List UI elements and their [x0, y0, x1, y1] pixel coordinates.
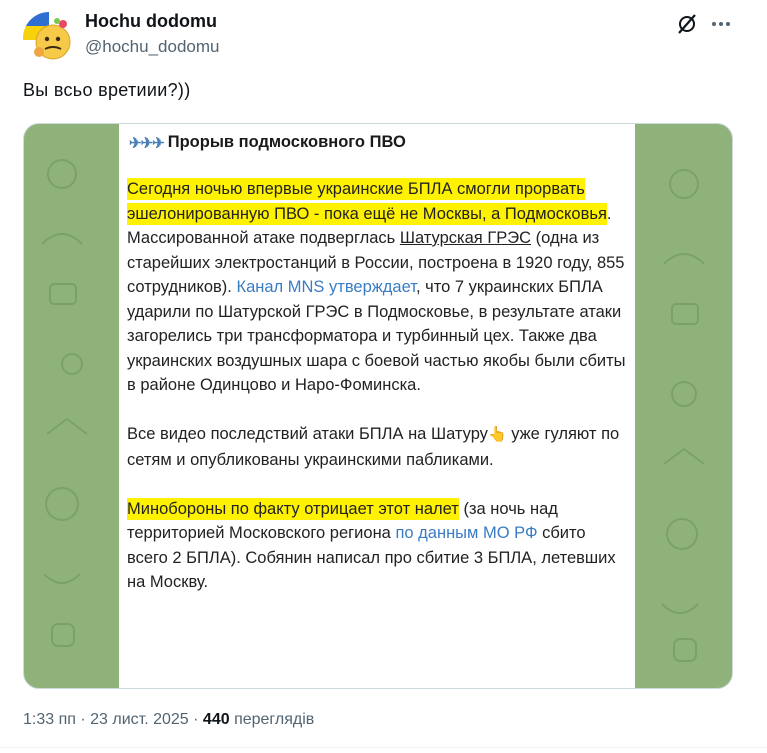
- tweet-date[interactable]: 23 лист. 2025: [90, 711, 189, 728]
- link-mns: Канал MNS утверждает: [236, 278, 416, 296]
- more-options-icon[interactable]: [709, 12, 733, 36]
- tweet-metadata: 1:33 пп · 23 лист. 2025 · 440 переглядів: [23, 711, 314, 729]
- avatar[interactable]: [23, 12, 75, 64]
- views-label: переглядів: [229, 711, 315, 728]
- link-shatura: Шатурская ГРЭС: [399, 229, 532, 247]
- text-span: Все видео последствий атаки БПЛА на Шату…: [127, 425, 488, 443]
- chat-background-pattern: [41, 159, 88, 647]
- tweet-text: Вы всьо вретиии?)): [23, 80, 191, 100]
- pointing-hand-icon: 👆: [487, 426, 507, 443]
- airplanes-icon: ✈✈✈: [129, 134, 165, 152]
- highlighted-text: Сегодня ночью впервые украинские БПЛА см…: [127, 178, 607, 225]
- paragraph-2: Все видео последствий атаки БПЛА на Шату…: [127, 422, 627, 472]
- post-title-text: Прорыв подмосковного ПВО: [167, 133, 406, 151]
- separator: ·: [75, 711, 91, 728]
- views-count: 440: [202, 711, 230, 728]
- author-handle[interactable]: @hochu_dodomu: [85, 37, 219, 57]
- paragraph-3: Минобороны по факту отрицает этот налет …: [127, 497, 627, 595]
- author-name[interactable]: Hochu dodomu: [85, 11, 217, 32]
- highlighted-text: Минобороны по факту отрицает этот налет: [127, 497, 459, 520]
- grok-icon[interactable]: [676, 13, 698, 35]
- separator: ·: [188, 711, 203, 728]
- chat-background-pattern-right: [661, 169, 705, 662]
- avatar-emoji-icon: [23, 12, 75, 64]
- tweet-time[interactable]: 1:33 пп: [23, 711, 76, 728]
- post-title: ✈✈✈ Прорыв подмосковного ПВО: [129, 133, 406, 152]
- paragraph-1: Сегодня ночью впервые украинские БПЛА см…: [127, 177, 627, 398]
- link-mo-rf: по данным МО РФ: [395, 524, 538, 542]
- tweet-image[interactable]: ✈✈✈ Прорыв подмосковного ПВО Сегодня ноч…: [23, 123, 733, 689]
- divider: [0, 747, 767, 748]
- post-body: Сегодня ночью впервые украинские БПЛА см…: [127, 177, 627, 619]
- telegram-post: ✈✈✈ Прорыв подмосковного ПВО Сегодня ноч…: [119, 124, 635, 688]
